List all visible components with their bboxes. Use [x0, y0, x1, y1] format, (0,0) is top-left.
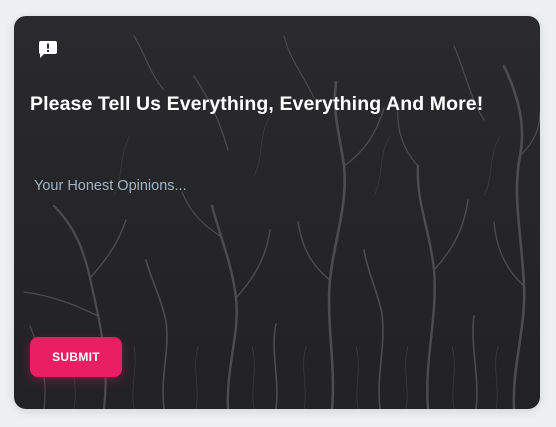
page-title: Please Tell Us Everything, Everything An…: [30, 93, 484, 115]
feedback-icon: [39, 41, 57, 58]
submit-button[interactable]: SUBMIT: [30, 337, 122, 377]
feedback-card: Please Tell Us Everything, Everything An…: [14, 16, 540, 409]
opinions-input[interactable]: [30, 173, 528, 331]
